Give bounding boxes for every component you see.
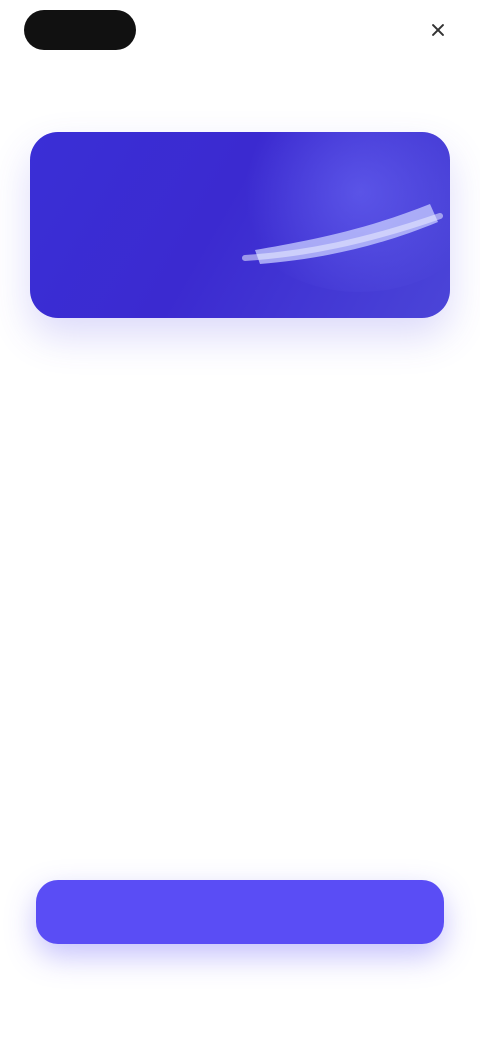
- skip-button[interactable]: [350, 18, 446, 42]
- hero-wave-graphic: [242, 204, 443, 264]
- continue-button[interactable]: [36, 880, 444, 944]
- onboarding-screen: [0, 0, 480, 1040]
- hero-banner: [30, 132, 450, 318]
- brand-logo: [24, 10, 136, 50]
- top-bar: [0, 0, 480, 64]
- close-icon[interactable]: [430, 22, 446, 38]
